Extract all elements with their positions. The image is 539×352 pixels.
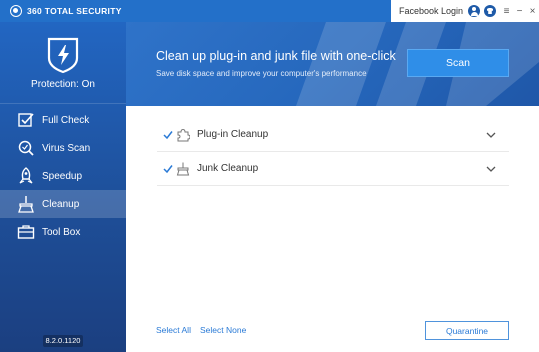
- toolbox-icon: [17, 225, 35, 239]
- list-item-plugin-cleanup[interactable]: Plug-in Cleanup: [157, 118, 509, 152]
- sidebar-item-label: Full Check: [42, 114, 90, 126]
- select-all-link[interactable]: Select All: [156, 325, 191, 335]
- banner-title: Clean up plug-in and junk file with one-…: [156, 49, 396, 63]
- facebook-login-link[interactable]: Facebook Login: [399, 6, 463, 16]
- banner-subtitle: Save disk space and improve your compute…: [156, 69, 367, 78]
- shield-icon[interactable]: [46, 36, 80, 74]
- speedup-icon: [19, 167, 33, 184]
- sidebar-nav: Full Check Virus Scan Speedup Cleanup To…: [0, 106, 126, 246]
- app-logo: 360 TOTAL SECURITY: [10, 5, 122, 17]
- logo-icon: [10, 5, 22, 17]
- sidebar-item-speedup[interactable]: Speedup: [0, 162, 126, 190]
- title-bar: 360 TOTAL SECURITY Facebook Login ≡ − ×: [0, 0, 539, 22]
- puzzle-icon: [177, 128, 190, 141]
- sidebar-item-tool-box[interactable]: Tool Box: [0, 218, 126, 246]
- shirt-icon[interactable]: [484, 5, 496, 17]
- scan-button[interactable]: Scan: [407, 49, 509, 77]
- close-icon[interactable]: ×: [526, 0, 539, 22]
- broom-icon: [176, 162, 190, 175]
- sidebar-item-cleanup[interactable]: Cleanup: [0, 190, 126, 218]
- protection-status: Protection: On: [31, 79, 95, 90]
- checkbox-checked-icon[interactable]: [163, 164, 173, 174]
- minimize-icon[interactable]: −: [513, 0, 526, 22]
- sidebar-item-label: Tool Box: [42, 226, 81, 238]
- quarantine-button[interactable]: Quarantine: [425, 321, 509, 340]
- cleanup-icon: [18, 196, 34, 213]
- item-label: Plug-in Cleanup: [197, 129, 269, 140]
- checkbox-checked-icon[interactable]: [163, 130, 173, 140]
- title-bar-controls: Facebook Login ≡ − ×: [390, 0, 539, 22]
- cleanup-list: Plug-in Cleanup Junk Cleanup: [157, 118, 509, 186]
- sidebar-item-full-check[interactable]: Full Check: [0, 106, 126, 134]
- list-item-junk-cleanup[interactable]: Junk Cleanup: [157, 152, 509, 186]
- chevron-down-icon[interactable]: [485, 163, 497, 175]
- select-none-link[interactable]: Select None: [200, 325, 246, 335]
- user-icon[interactable]: [468, 5, 480, 17]
- cleanup-banner: Clean up plug-in and junk file with one-…: [126, 22, 539, 106]
- sidebar: Protection: On Full Check Virus Scan Spe…: [0, 22, 126, 352]
- logo-text: 360 TOTAL SECURITY: [27, 6, 122, 16]
- sidebar-item-label: Speedup: [42, 170, 83, 182]
- menu-icon[interactable]: ≡: [500, 0, 513, 22]
- virus-scan-icon: [18, 140, 34, 156]
- chevron-down-icon[interactable]: [485, 129, 497, 141]
- version-label: 8.2.0.1120: [43, 335, 83, 347]
- item-label: Junk Cleanup: [197, 163, 259, 174]
- full-check-icon: [18, 113, 34, 127]
- protection-panel: Protection: On: [0, 22, 126, 104]
- sidebar-item-label: Virus Scan: [42, 142, 91, 154]
- sidebar-item-label: Cleanup: [42, 198, 80, 210]
- sidebar-item-virus-scan[interactable]: Virus Scan: [0, 134, 126, 162]
